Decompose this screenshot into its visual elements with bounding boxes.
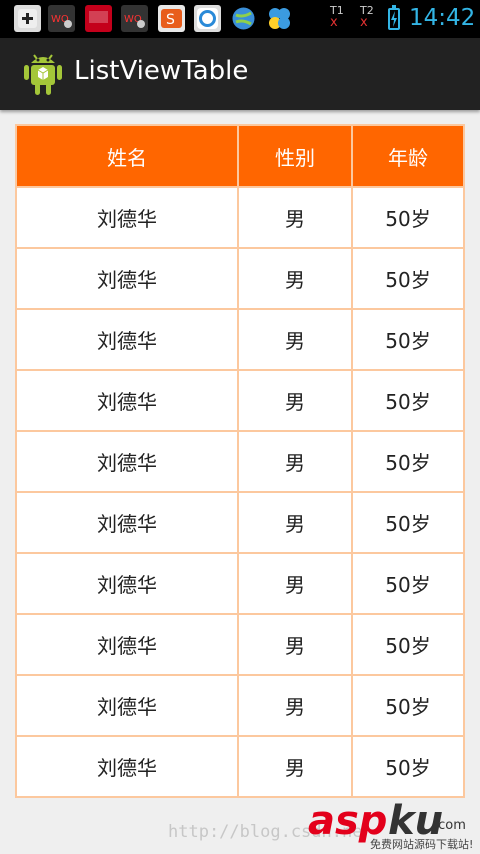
shop-icon: S [158,5,185,32]
table-row[interactable]: 刘德华 男 50岁 [17,552,463,613]
cell-gender: 男 [239,310,353,369]
cell-name: 刘德华 [17,249,239,308]
table-row[interactable]: 刘德华 男 50岁 [17,735,463,796]
wo-app-icon: WO [48,5,75,32]
table-row[interactable]: 刘德华 男 50岁 [17,430,463,491]
android-app-icon[interactable] [22,51,64,97]
globe-icon [230,5,257,32]
cell-age: 50岁 [385,756,431,780]
battery-charging-icon [388,5,400,30]
action-bar: ListViewTable [0,38,480,110]
table-row[interactable]: 刘德华 男 50岁 [17,186,463,247]
table-row[interactable]: 刘德华 男 50岁 [17,247,463,308]
table-body: 刘德华 男 50岁 刘德华 男 50岁 刘德华 男 50岁 刘德华 男 50岁 … [17,186,463,796]
cell-age: 50岁 [385,207,431,231]
cell-age: 50岁 [385,634,431,658]
app-title: ListViewTable [74,56,249,86]
cell-gender: 男 [239,554,353,613]
cell-name: 刘德华 [17,554,239,613]
netease-icon [85,5,112,32]
no-signal-mark: x [360,15,368,30]
cell-age: 50岁 [385,390,431,414]
cell-gender: 男 [239,676,353,735]
status-bar: WO WO S T1 x T2 x 14:42 [0,0,480,38]
cell-name: 刘德华 [17,188,239,247]
cell-age: 50岁 [385,451,431,475]
no-signal-mark: x [330,15,338,30]
cell-name: 刘德华 [17,493,239,552]
cell-name: 刘德华 [17,676,239,735]
cell-gender: 男 [239,371,353,430]
logo-tagline: 免费网站源码下载站! [370,838,474,851]
header-name: 姓名 [17,126,239,186]
sim1-signal: T1 x [330,5,344,30]
store-icon [194,5,221,32]
cell-age: 50岁 [385,268,431,292]
header-gender: 性别 [239,126,353,186]
cell-gender: 男 [239,188,353,247]
cell-name: 刘德华 [17,615,239,674]
cell-gender: 男 [239,737,353,796]
table-row[interactable]: 刘德华 男 50岁 [17,308,463,369]
cell-age: 50岁 [385,695,431,719]
cell-age: 50岁 [385,512,431,536]
wo-app-icon: WO [121,5,148,32]
cell-name: 刘德华 [17,310,239,369]
pinwheel-icon [266,5,293,32]
cell-gender: 男 [239,615,353,674]
cell-gender: 男 [239,493,353,552]
person-table: 姓名 性别 年龄 刘德华 男 50岁 刘德华 男 50岁 刘德华 男 50岁 刘… [15,124,465,798]
cell-age: 50岁 [385,329,431,353]
table-row[interactable]: 刘德华 男 50岁 [17,491,463,552]
cell-age: 50岁 [385,573,431,597]
cell-name: 刘德华 [17,432,239,491]
cell-gender: 男 [239,432,353,491]
logo-com-text: .com [434,818,466,833]
header-age: 年龄 [388,145,428,170]
cell-gender: 男 [239,249,353,308]
clock: 14:42 [409,5,476,31]
aspku-logo: asp ku .com 免费网站源码下载站! [308,798,476,854]
add-icon [14,5,41,32]
table-header: 姓名 性别 年龄 [17,126,463,186]
table-row[interactable]: 刘德华 男 50岁 [17,369,463,430]
cell-name: 刘德华 [17,737,239,796]
svg-text:S: S [166,12,175,28]
cell-name: 刘德华 [17,371,239,430]
table-row[interactable]: 刘德华 男 50岁 [17,613,463,674]
sim2-signal: T2 x [360,5,374,30]
table-row[interactable]: 刘德华 男 50岁 [17,674,463,735]
